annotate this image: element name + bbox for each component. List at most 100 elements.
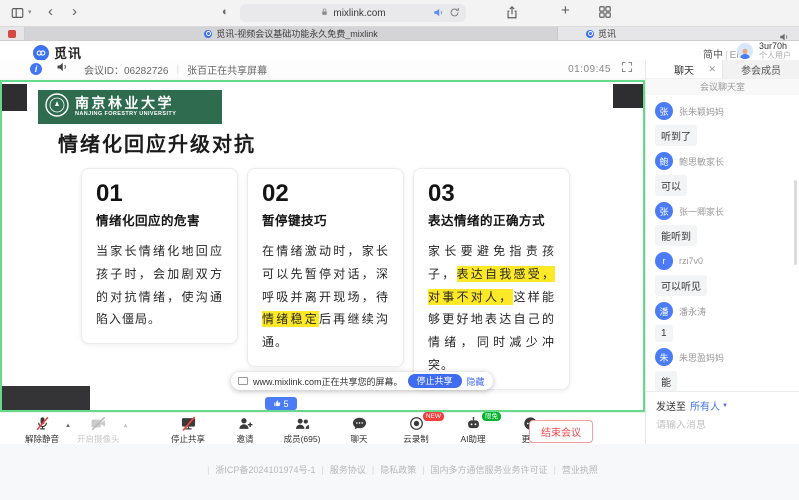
sender-name: 张朱颖妈妈 — [679, 105, 724, 118]
chat-icon — [351, 415, 368, 432]
ai-assistant-button[interactable]: 限免 AI助理 — [453, 415, 493, 445]
sender-name: 张一卿家长 — [679, 205, 724, 218]
slide-cards: 01 情绪化回应的危害 当家长情绪化地回应孩子时，会加剧双方的对抗情绪，使沟通陷… — [81, 168, 570, 390]
sidebar-toggle-icon[interactable] — [10, 6, 25, 25]
sender-name: 鲍思敏家长 — [679, 155, 724, 168]
browser-toolbar: ▾ ‹ › ◐ mixlink.com + — [0, 0, 799, 27]
camera-button[interactable]: 开启摄像头 — [77, 415, 120, 445]
chat-input-area: 发送至 所有人 ▼ — [646, 391, 799, 444]
screen: ▾ ‹ › ◐ mixlink.com + — [0, 0, 799, 500]
hide-share-button[interactable]: 隐藏 — [467, 375, 485, 388]
university-banner: 南京林业大学 NANJING FORESTRY UNIVERSITY — [38, 90, 222, 124]
active-tab[interactable]: 觅讯-视频会议基础功能永久免费_mixlink — [25, 27, 558, 40]
card-number: 03 — [428, 181, 555, 207]
reaction-badge: 5 — [265, 397, 297, 410]
chat-message-list: 张 张朱颖妈妈 听到了 鲍 鲍思敏家长 可以 张 张 — [646, 95, 799, 391]
card-subtitle: 暂停键技巧 — [262, 210, 389, 229]
mic-options-caret[interactable]: ▲ — [65, 423, 71, 429]
tab-title: 觅讯-视频会议基础功能永久免费_mixlink — [216, 27, 378, 40]
mute-button[interactable]: 解除静音 — [22, 415, 62, 445]
speaker-icon[interactable] — [56, 60, 68, 78]
card-body: 当家长情绪化地回应孩子时，会加剧双方的对抗情绪，使沟通陷入僵局。 — [96, 240, 223, 331]
info-icon[interactable]: i — [30, 63, 42, 75]
avatar: 鲍 — [655, 152, 673, 170]
camera-off-icon — [90, 415, 107, 432]
meeting-id-label: 会议ID： — [84, 66, 124, 77]
avatar: 朱 — [655, 348, 673, 366]
new-tab-button[interactable]: + — [561, 2, 570, 19]
privacy-shield-icon[interactable]: ◐ — [222, 6, 229, 18]
panel-tabs: 聊天 ✕ 参会成员 — [646, 60, 799, 79]
chat-message: 朱 朱思盈妈妈 能 — [655, 348, 790, 391]
footer-link[interactable]: 服务协议 — [330, 465, 366, 475]
close-chat-icon[interactable]: ✕ — [708, 64, 716, 75]
chat-message: 张 张朱颖妈妈 听到了 — [655, 102, 790, 146]
message-input[interactable] — [656, 420, 789, 431]
address-bar[interactable]: mixlink.com — [240, 4, 466, 22]
user-role: 个人用户 — [759, 51, 791, 60]
share-source-text: www.mixlink.com正在共享您的屏幕。 — [253, 375, 403, 388]
share-icon[interactable] — [505, 5, 519, 25]
lock-icon — [320, 7, 329, 20]
chevron-down-icon[interactable]: ▾ — [28, 8, 32, 16]
meeting-info-bar: i 会议ID：06282726 | 张百正在共享屏幕 01:09:45 — [0, 60, 645, 78]
presenter-screen-artifact — [2, 386, 90, 410]
camera-options-caret[interactable]: ▲ — [122, 423, 128, 429]
card-subtitle: 情绪化回应的危害 — [96, 210, 223, 229]
secondary-tab[interactable]: 觅讯 — [558, 27, 799, 40]
chat-room-title: 会议聊天室 — [646, 79, 799, 95]
tab-overview-icon[interactable] — [598, 5, 612, 24]
footer-separator: | — [372, 465, 374, 475]
invite-icon — [237, 415, 254, 432]
reload-icon[interactable] — [449, 7, 460, 21]
end-meeting-button[interactable]: 结束会议 — [529, 420, 593, 443]
slide-card: 03 表达情绪的正确方式 家长要避免指责孩子，表达自我感受，对事不对人，这样能够… — [413, 168, 570, 390]
page-footer: |浙ICP备2024101974号-1|服务协议|隐私政策|国内多方通信服务业务… — [0, 444, 799, 500]
send-to-label: 发送至 — [656, 398, 686, 413]
send-to-selector[interactable]: 所有人 ▼ — [690, 398, 728, 413]
tab-chat[interactable]: 聊天 ✕ — [646, 60, 722, 78]
record-button[interactable]: NEW 云录制 — [396, 415, 436, 445]
card-number: 02 — [262, 181, 389, 207]
screen-share-icon — [180, 415, 197, 432]
tab-members[interactable]: 参会成员 — [722, 60, 799, 78]
side-panel: 聊天 ✕ 参会成员 会议聊天室 张 张朱颖妈妈 听到了 — [645, 60, 799, 444]
card-subtitle: 表达情绪的正确方式 — [428, 210, 555, 229]
mic-muted-icon — [34, 415, 51, 432]
footer-link[interactable]: 浙ICP备2024101974号-1 — [215, 465, 315, 475]
card-number: 01 — [96, 181, 223, 207]
tab-favicon — [586, 30, 594, 38]
ai-icon — [465, 415, 482, 432]
chat-scrollbar[interactable] — [794, 180, 797, 265]
app-header: 觅讯 简中|EN 3ur70h 个人用户 — [0, 41, 799, 60]
footer-link[interactable]: 国内多方通信服务业务许可证 — [431, 465, 548, 475]
user-info[interactable]: 3ur70h 个人用户 — [759, 42, 791, 60]
footer-link[interactable]: 营业执照 — [562, 465, 598, 475]
card-body: 在情绪激动时，家长可以先暂停对话，深呼吸并离开现场，待情绪稳定后再继续沟通。 — [262, 240, 389, 354]
stop-share-button[interactable]: 停止共享 — [408, 374, 462, 388]
avatar: r — [655, 252, 673, 270]
user-name: 3ur70h — [759, 42, 791, 51]
avatar: 张 — [655, 202, 673, 220]
invite-button[interactable]: 邀请 — [225, 415, 265, 445]
stop-share-toolbar-button[interactable]: 停止共享 — [168, 415, 208, 445]
members-icon — [294, 415, 311, 432]
thumbs-up-icon — [273, 399, 281, 409]
forward-button[interactable]: › — [72, 4, 77, 19]
message-bubble: 听到了 — [655, 125, 697, 146]
record-icon — [408, 415, 425, 432]
footer-separator: | — [554, 465, 556, 475]
footer-link[interactable]: 隐私政策 — [380, 465, 416, 475]
pinned-tab[interactable] — [0, 27, 25, 40]
card-body: 家长要避免指责孩子，表达自我感受，对事不对人，这样能够更好地表达自己的情绪，同时… — [428, 240, 555, 377]
back-button[interactable]: ‹ — [48, 4, 53, 19]
sender-name: 朱思盈妈妈 — [679, 351, 724, 364]
user-avatar[interactable] — [737, 43, 753, 59]
footer-separator: | — [321, 465, 323, 475]
chat-button[interactable]: 聊天 — [339, 415, 379, 445]
slide-title: 情绪化回应升级对抗 — [58, 128, 256, 157]
members-button[interactable]: 成员(695) — [282, 415, 322, 445]
fullscreen-icon[interactable] — [621, 60, 633, 78]
tab-title: 觅讯 — [598, 27, 616, 40]
tab-audio-icon[interactable] — [433, 7, 444, 21]
